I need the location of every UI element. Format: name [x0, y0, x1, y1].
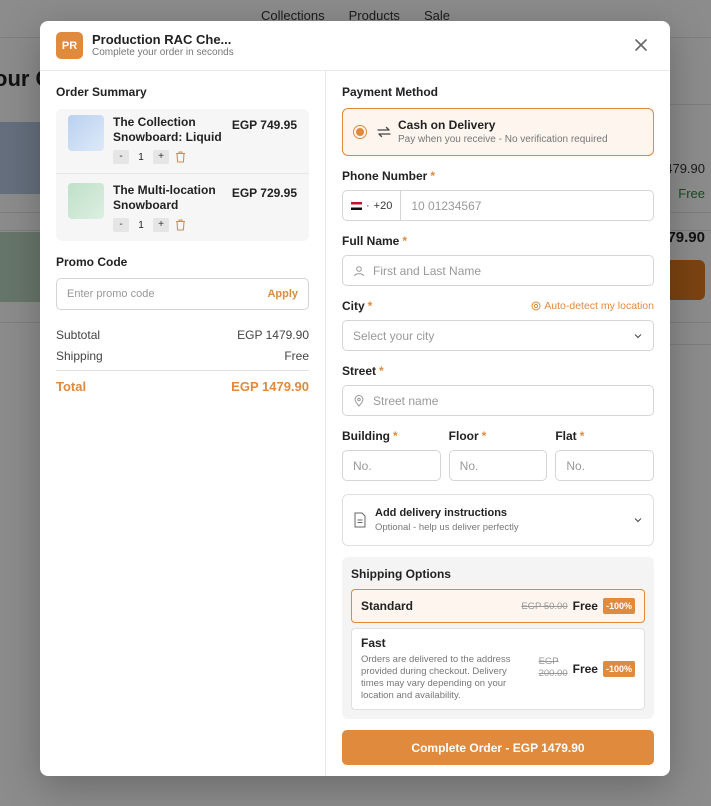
shipping-option-standard[interactable]: Standard EGP 50.00 Free -100%: [351, 589, 645, 623]
building-label: Building *: [342, 429, 398, 443]
full-name-field[interactable]: First and Last Name: [342, 255, 654, 286]
document-icon: [354, 512, 366, 528]
shipping-value: Free: [284, 348, 309, 363]
order-summary-title: Order Summary: [56, 85, 147, 99]
shipping-option-name: Fast: [361, 636, 386, 650]
country-code-selector[interactable]: · +20: [351, 191, 402, 220]
payment-option-label: Cash on Delivery: [398, 118, 496, 132]
promo-code-field[interactable]: Enter promo code Apply: [56, 278, 309, 310]
shipping-row: Shipping Free: [56, 345, 309, 366]
flat-label: Flat *: [555, 429, 585, 443]
store-subtitle: Complete your order in seconds: [92, 47, 234, 58]
store-title: Production RAC Che...: [92, 32, 232, 47]
street-label: Street *: [342, 364, 384, 378]
total-row: Total EGP 1479.90: [56, 370, 309, 394]
location-icon: [354, 394, 364, 407]
product-name: The Multi-location Snowboard: [113, 183, 216, 212]
total-value: EGP 1479.90: [231, 379, 309, 394]
quantity-stepper: - 1 +: [113, 150, 297, 164]
egypt-flag-icon: [351, 201, 362, 210]
floor-input[interactable]: No.: [448, 450, 548, 481]
chevron-down-icon: [634, 518, 642, 523]
delivery-instructions-title: Add delivery instructions: [375, 507, 508, 519]
subtotal-label: Subtotal: [56, 327, 101, 342]
delivery-instructions-toggle[interactable]: Add delivery instructions Optional - hel…: [342, 494, 654, 546]
user-icon: [354, 265, 364, 276]
phone-field[interactable]: · +20 10 01234567: [342, 190, 654, 221]
checkout-form-panel: Payment Method Cash on Delivery Pay when…: [326, 71, 670, 776]
apply-promo-button[interactable]: Apply: [267, 288, 298, 300]
quantity-value: 1: [138, 219, 144, 231]
trash-icon[interactable]: [175, 219, 186, 231]
promo-code-input[interactable]: Enter promo code: [67, 288, 267, 300]
increase-quantity-button[interactable]: +: [153, 218, 169, 232]
store-logo: PR: [56, 32, 83, 59]
product-thumbnail: [68, 115, 104, 151]
product-name: The Collection Snowboard: Liquid: [113, 115, 222, 144]
shipping-price: Free: [572, 662, 598, 676]
flat-input[interactable]: No.: [555, 450, 655, 481]
street-field[interactable]: Street name: [342, 385, 654, 416]
shipping-old-price: EGP 200.00: [538, 656, 568, 679]
phone-input[interactable]: 10 01234567: [411, 199, 481, 213]
order-summary-panel: Order Summary The Collection Snowboard: …: [40, 71, 326, 776]
delivery-instructions-subtitle: Optional - help us deliver perfectly: [375, 522, 519, 533]
shipping-options-title: Shipping Options: [351, 567, 451, 581]
city-label: City * Auto-detect my location: [342, 299, 654, 313]
payment-option-cod[interactable]: Cash on Delivery Pay when you receive - …: [342, 108, 654, 156]
discount-badge: -100%: [602, 661, 635, 677]
payment-option-description: Pay when you receive - No verification r…: [398, 134, 608, 145]
floor-label: Floor *: [448, 429, 487, 443]
quantity-value: 1: [138, 151, 144, 163]
building-input[interactable]: No.: [342, 450, 441, 481]
shipping-price: Free: [572, 599, 598, 613]
promo-code-title: Promo Code: [56, 255, 128, 269]
repeat-icon: [377, 126, 391, 138]
trash-icon[interactable]: [175, 151, 186, 163]
city-select[interactable]: Select your city: [342, 320, 654, 351]
close-icon[interactable]: [632, 36, 650, 54]
discount-badge: -100%: [602, 598, 635, 614]
auto-detect-location-button[interactable]: Auto-detect my location: [531, 299, 654, 313]
subtotal-row: Subtotal EGP 1479.90: [56, 324, 309, 345]
increase-quantity-button[interactable]: +: [153, 150, 169, 164]
decrease-quantity-button[interactable]: -: [113, 150, 129, 164]
shipping-option-fast[interactable]: Fast Orders are delivered to the address…: [351, 628, 645, 710]
shipping-label: Shipping: [56, 348, 103, 363]
country-code: +20: [373, 199, 393, 212]
cart-items: The Collection Snowboard: Liquid - 1 + E…: [56, 109, 309, 241]
checkout-modal: PR Production RAC Che... Complete your o…: [40, 21, 670, 776]
decrease-quantity-button[interactable]: -: [113, 218, 129, 232]
payment-method-title: Payment Method: [342, 85, 439, 99]
product-price: EGP 749.95: [231, 118, 297, 132]
complete-order-button[interactable]: Complete Order - EGP 1479.90: [342, 730, 654, 765]
subtotal-value: EGP 1479.90: [237, 327, 309, 342]
shipping-option-name: Standard: [361, 599, 414, 613]
city-select-value: Select your city: [353, 328, 435, 343]
product-thumbnail: [68, 183, 104, 219]
product-price: EGP 729.95: [231, 186, 297, 200]
cart-item: The Collection Snowboard: Liquid - 1 + E…: [56, 109, 309, 173]
modal-header: PR Production RAC Che... Complete your o…: [40, 21, 670, 71]
shipping-option-description: Orders are delivered to the address prov…: [361, 654, 511, 701]
target-icon: [531, 301, 541, 311]
payment-radio[interactable]: [353, 125, 367, 139]
quantity-stepper: - 1 +: [113, 218, 297, 232]
street-input[interactable]: Street name: [373, 394, 438, 408]
chevron-down-icon: [634, 333, 642, 338]
phone-label: Phone Number *: [342, 169, 436, 183]
shipping-options: Shipping Options Standard EGP 50.00 Free…: [342, 557, 654, 719]
cart-item: The Multi-location Snowboard - 1 + EGP 7…: [56, 173, 309, 241]
shipping-old-price: EGP 50.00: [521, 600, 568, 612]
full-name-label: Full Name *: [342, 234, 408, 248]
full-name-input[interactable]: First and Last Name: [373, 264, 481, 278]
total-label: Total: [56, 379, 87, 394]
